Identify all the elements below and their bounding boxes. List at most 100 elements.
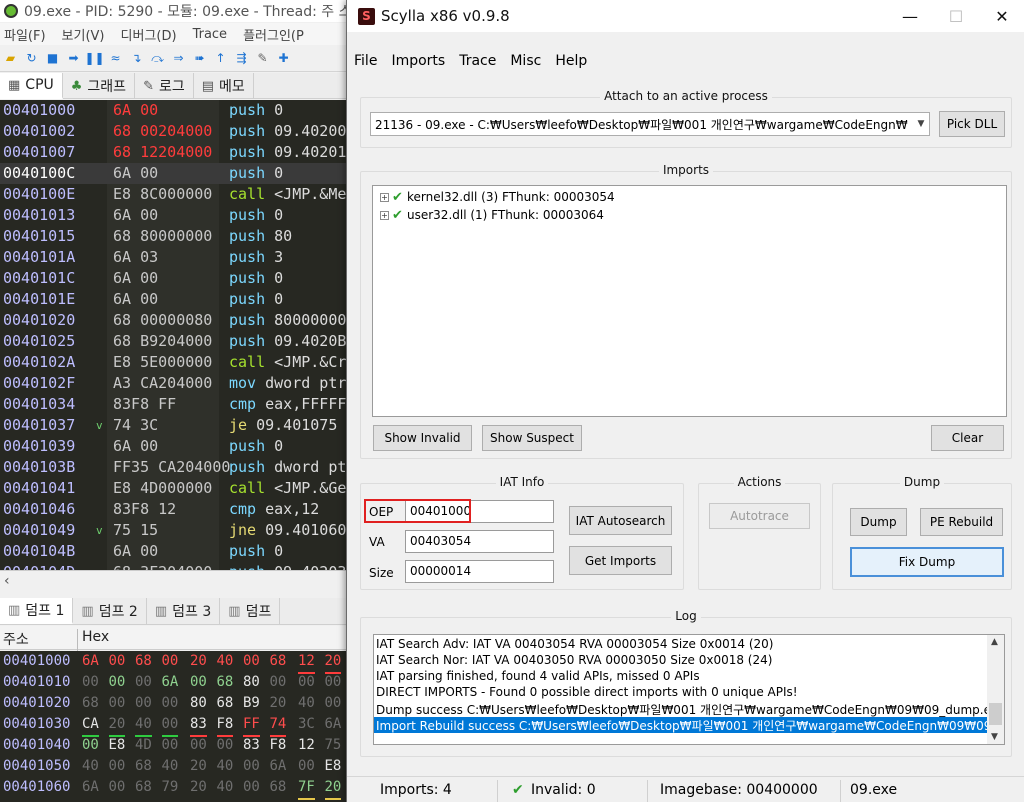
disasm-row[interactable]: 0040104B 6A 00 push 0	[0, 541, 348, 562]
disasm-row[interactable]: 0040100C 6A 00 push 0	[0, 163, 348, 184]
menu-help[interactable]: Help	[548, 50, 594, 72]
disasm-row[interactable]: 00401002 68 00204000 push 09.40200	[0, 121, 348, 142]
disasm-row[interactable]: 00401034 83F8 FF cmp eax,FFFFF	[0, 394, 348, 415]
get-imports-button[interactable]: Get Imports	[569, 546, 672, 575]
execute-till-return-icon[interactable]: ↑	[212, 50, 229, 66]
tree-item-kernel32[interactable]: + ✔ kernel32.dll (3) FThunk: 00003054	[380, 189, 615, 205]
autotrace-button[interactable]: Autotrace	[709, 503, 810, 529]
stop-icon[interactable]: ■	[44, 50, 61, 66]
expand-icon[interactable]: +	[380, 192, 389, 202]
clear-button[interactable]: Clear	[931, 425, 1004, 451]
disasm-row[interactable]: 00401020 68 00000080 push 80000000	[0, 310, 348, 331]
pause-icon[interactable]: ❚❚	[84, 50, 104, 66]
fix-dump-button[interactable]: Fix Dump	[850, 547, 1004, 577]
open-icon[interactable]: ▰	[2, 50, 19, 66]
menu-file[interactable]: 파일(F)	[4, 25, 46, 44]
disasm-row[interactable]: 00401037 v 74 3C je 09.401075	[0, 415, 348, 436]
disasm-row[interactable]: 0040103B FF35 CA204000 push dword pt	[0, 457, 348, 478]
imports-tree[interactable]: + ✔ kernel32.dll (3) FThunk: 00003054 + …	[372, 185, 1007, 417]
disasm-row[interactable]: 0040104D 68 3F204000 push 09.40203	[0, 562, 348, 570]
step-over-icon[interactable]: ⤼	[149, 50, 166, 66]
log-scrollbar[interactable]: ▲ ▼	[987, 635, 1004, 744]
tab-graph[interactable]: ♣ 그래프	[63, 73, 136, 99]
disasm-row[interactable]: 0040101A 6A 03 push 3	[0, 247, 348, 268]
scroll-thumb[interactable]	[989, 703, 1002, 725]
trace-into-icon[interactable]: ⇒	[170, 50, 187, 66]
disasm-row[interactable]: 00401041 E8 4D000000 call <JMP.&Ge	[0, 478, 348, 499]
disasm-row[interactable]: 00401046 83F8 12 cmp eax,12	[0, 499, 348, 520]
menu-file[interactable]: File	[347, 50, 384, 72]
restart-icon[interactable]: ↻	[23, 50, 40, 66]
dump-row[interactable]: 00401040 00 E8 4D 00 00 00 83 F8 12 75	[0, 735, 348, 756]
menu-imports[interactable]: Imports	[384, 50, 452, 72]
disasm-row[interactable]: 0040101E 6A 00 push 0	[0, 289, 348, 310]
disasm-row[interactable]: 0040102A E8 5E000000 call <JMP.&Cr	[0, 352, 348, 373]
scroll-down-icon[interactable]: ▼	[991, 732, 998, 742]
disasm-row[interactable]: 0040101C 6A 00 push 0	[0, 268, 348, 289]
disassembly-view[interactable]: 00401000 6A 00 push 0 00401002 68 00204000 pu…	[0, 100, 348, 570]
tab-log[interactable]: ✎ 로그	[135, 73, 194, 99]
menu-trace[interactable]: Trace	[452, 50, 503, 72]
maximize-button[interactable]: ☐	[933, 0, 979, 32]
va-field[interactable]: 00403054	[405, 530, 554, 553]
hex-dump-view[interactable]: 00401000 6A 00 68 00 20 40 00 68 12 20 00401010 00 00…	[0, 651, 348, 802]
log-line[interactable]: DIRECT IMPORTS - Found 0 possible direct…	[374, 685, 988, 701]
scroll-left-icon[interactable]: ‹	[4, 573, 10, 589]
run-icon[interactable]: ➡	[65, 50, 82, 66]
minimize-button[interactable]: —	[887, 0, 933, 32]
dump-row[interactable]: 00401020 68 00 00 00 80 68 B9 20 40 00	[0, 693, 348, 714]
dump-row[interactable]: 00401030 CA 20 40 00 83 F8 FF 74 3C 6A	[0, 714, 348, 737]
disasm-row[interactable]: 00401039 6A 00 push 0	[0, 436, 348, 457]
tab-dump-1[interactable]: ▥ 덤프 1	[0, 598, 74, 624]
show-invalid-button[interactable]: Show Invalid	[373, 425, 472, 451]
show-suspect-button[interactable]: Show Suspect	[482, 425, 582, 451]
scroll-up-icon[interactable]: ▲	[991, 637, 998, 647]
disasm-row[interactable]: 00401049 v 75 15 jne 09.401060	[0, 520, 348, 541]
disasm-row[interactable]: 00401025 68 B9204000 push 09.4020B	[0, 331, 348, 352]
dump-row[interactable]: 00401060 6A 00 68 79 20 40 00 68 7F 20	[0, 777, 348, 800]
disasm-row[interactable]: 00401015 68 80000000 push 80	[0, 226, 348, 247]
tree-item-user32[interactable]: + ✔ user32.dll (1) FThunk: 00003064	[380, 207, 604, 223]
log-list[interactable]: IAT Search Adv: IAT VA 00403054 RVA 0000…	[373, 634, 1005, 745]
process-select[interactable]: 21136 - 09.exe - C:₩Users₩leefo₩Desktop₩…	[370, 112, 930, 136]
tab-dump-3[interactable]: ▥ 덤프 3	[147, 598, 221, 624]
menu-view[interactable]: 보기(V)	[62, 25, 105, 44]
log-line[interactable]: IAT Search Adv: IAT VA 00403054 RVA 0000…	[374, 637, 988, 653]
tab-dump-4[interactable]: ▥ 덤프	[220, 598, 281, 624]
dump-row[interactable]: 00401000 6A 00 68 00 20 40 00 68 12 20	[0, 651, 348, 674]
menu-misc[interactable]: Misc	[503, 50, 548, 72]
disassembly-hscrollbar[interactable]: ‹	[0, 570, 348, 592]
tab-cpu[interactable]: ▦ CPU	[0, 73, 63, 99]
dump-button[interactable]: Dump	[850, 508, 907, 536]
disasm-row[interactable]: 00401000 6A 00 push 0	[0, 100, 348, 121]
pe-rebuild-button[interactable]: PE Rebuild	[920, 508, 1003, 536]
menu-trace[interactable]: Trace	[193, 27, 228, 42]
disasm-row[interactable]: 00401007 68 12204000 push 09.40201	[0, 142, 348, 163]
close-button[interactable]: ✕	[979, 0, 1024, 32]
log-line[interactable]: IAT parsing finished, found 4 valid APIs…	[374, 669, 988, 685]
log-line[interactable]: IAT Search Nor: IAT VA 00403050 RVA 0000…	[374, 653, 988, 669]
expand-icon[interactable]: +	[380, 210, 389, 220]
disasm-row[interactable]: 0040100E E8 8C000000 call <JMP.&Me	[0, 184, 348, 205]
patch-icon[interactable]: ✎	[254, 50, 271, 66]
scylla-plugin-icon[interactable]: ✚	[275, 50, 292, 66]
disasm-row[interactable]: 0040102F A3 CA204000 mov dword ptr	[0, 373, 348, 394]
dump-row[interactable]: 00401050 40 00 68 40 20 40 00 6A 00 E8	[0, 756, 348, 777]
animate-icon[interactable]: ≈	[107, 50, 124, 66]
dump-row[interactable]: 00401010 00 00 00 6A 00 68 80 00 00 00	[0, 672, 348, 693]
tab-dump-2[interactable]: ▥ 덤프 2	[73, 598, 147, 624]
trace-over-icon[interactable]: ➠	[191, 50, 208, 66]
size-field[interactable]: 00000014	[405, 560, 554, 583]
disasm-bytes: E8 5E000000	[113, 353, 213, 371]
valid-check-icon: ✔	[392, 207, 403, 223]
run-to-user-code-icon[interactable]: ⇶	[233, 50, 250, 66]
log-line[interactable]: Import Rebuild success C:₩Users₩leefo₩De…	[374, 717, 988, 733]
iat-autosearch-button[interactable]: IAT Autosearch	[569, 506, 672, 535]
log-line[interactable]: Dump success C:₩Users₩leefo₩Desktop₩파일₩0…	[374, 701, 988, 717]
step-into-icon[interactable]: ↴	[128, 50, 145, 66]
pick-dll-button[interactable]: Pick DLL	[939, 111, 1005, 137]
tab-notes[interactable]: ▤ 메모	[194, 73, 254, 99]
menu-debug[interactable]: 디버그(D)	[121, 25, 177, 44]
disasm-row[interactable]: 00401013 6A 00 push 0	[0, 205, 348, 226]
menu-plugins[interactable]: 플러그인(P	[243, 25, 304, 44]
